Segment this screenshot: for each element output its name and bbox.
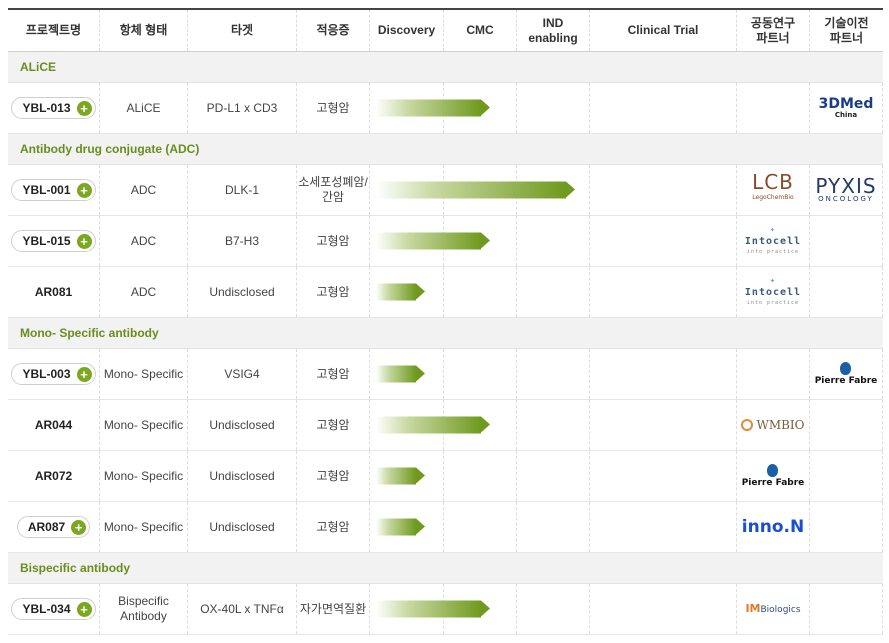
project-ybl003-button[interactable]: YBL-003 + — [11, 363, 96, 385]
plus-circle-icon[interactable]: + — [76, 100, 92, 116]
project-ybl034-button[interactable]: YBL-034 + — [11, 598, 96, 620]
project-ar044-label: AR044 — [34, 417, 73, 432]
table-header: 프로젝트명 항체 형태 타겟 적응증 Discovery CMC IND enab… — [8, 8, 883, 52]
plus-circle-icon[interactable]: + — [76, 233, 92, 249]
plus-circle-icon[interactable]: + — [76, 601, 92, 617]
indication-cell: 고형암 — [297, 502, 370, 552]
format-cell: Mono- Specific — [100, 451, 188, 501]
project-ybl013-button[interactable]: YBL-013 + — [11, 97, 96, 119]
header-clinical: Clinical Trial — [590, 10, 737, 51]
header-partner: 공동연구 파트너 — [737, 10, 810, 51]
intocell-logo: ✦ Intocell into practice — [744, 224, 802, 255]
header-target: 타겟 — [188, 10, 297, 51]
format-cell: Bispecific Antibody — [100, 584, 188, 634]
table-row: YBL-001 + ADC DLK-1 소세포성폐암/간암 LCB LegoChem… — [8, 165, 883, 216]
group-alice: ALiCE — [8, 52, 883, 83]
format-cell: Mono- Specific — [100, 502, 188, 552]
header-license: 기술이전 파트너 — [824, 15, 869, 45]
table-row: YBL-034 + Bispecific Antibody OX-40L x TNF… — [8, 584, 883, 635]
group-bispecific: Bispecific antibody — [8, 553, 883, 584]
table-row: YBL-015 + ADC B7-H3 고형암 ✦ Intocell into pra… — [8, 216, 883, 267]
indication-cell: 고형암 — [297, 83, 370, 133]
target-cell: PD-L1 x CD3 — [188, 83, 297, 133]
3dmed-logo: 3DMed China — [818, 95, 874, 119]
innon-logo: inno.N — [741, 516, 805, 537]
pipeline-table: 프로젝트명 항체 형태 타겟 적응증 Discovery CMC IND enab… — [8, 8, 883, 635]
table-row: AR081 ADC Undisclosed 고형암 ✦ Intocell into … — [8, 267, 883, 318]
indication-cell: 고형암 — [297, 267, 370, 317]
group-adc: Antibody drug conjugate (ADC) — [8, 134, 883, 165]
group-label: Bispecific antibody — [20, 561, 131, 575]
format-cell: ADC — [100, 216, 188, 266]
plus-circle-icon[interactable]: + — [76, 182, 92, 198]
pierre-fabre-logo: Pierre Fabre — [815, 361, 877, 387]
project-ybl001-button[interactable]: YBL-001 + — [11, 179, 96, 201]
header-indication: 적응증 — [297, 10, 370, 51]
indication-cell: 고형암 — [297, 451, 370, 501]
format-cell: Mono- Specific — [100, 349, 188, 399]
header-cmc: CMC — [444, 10, 517, 51]
table-row: YBL-003 + Mono- Specific VSIG4 고형암 Pierre… — [8, 349, 883, 400]
im-biologics-logo: IMBiologics — [745, 601, 801, 615]
wmbio-logo: WMBIO — [741, 418, 805, 433]
table-row: YBL-013 + ALiCE PD-L1 x CD3 고형암 3DMed Chin… — [8, 83, 883, 134]
pierre-fabre-logo: Pierre Fabre — [742, 463, 804, 489]
project-ybl015-button[interactable]: YBL-015 + — [11, 230, 96, 252]
target-cell: VSIG4 — [188, 349, 297, 399]
table-row: AR072 Mono- Specific Undisclosed 고형암 Pie… — [8, 451, 883, 502]
project-ar072-label: AR072 — [34, 468, 73, 483]
intocell-logo: ✦ Intocell into practice — [744, 275, 802, 306]
table-row: AR087 + Mono- Specific Undisclosed 고형암 in… — [8, 502, 883, 553]
format-cell: Mono- Specific — [100, 400, 188, 450]
table-row: AR044 Mono- Specific Undisclosed 고형암 WMB… — [8, 400, 883, 451]
plus-circle-icon[interactable]: + — [76, 366, 92, 382]
indication-cell: 고형암 — [297, 400, 370, 450]
target-cell: Undisclosed — [188, 267, 297, 317]
pyxis-logo: PYXIS ONCOLOGY — [815, 173, 877, 203]
target-cell: OX-40L x TNFα — [188, 584, 297, 634]
target-cell: Undisclosed — [188, 400, 297, 450]
indication-cell: 소세포성폐암/간암 — [297, 165, 370, 215]
indication-cell: 고형암 — [297, 349, 370, 399]
indication-cell: 자가면역질환 — [297, 584, 370, 634]
group-label: Antibody drug conjugate (ADC) — [20, 142, 200, 156]
target-cell: Undisclosed — [188, 451, 297, 501]
group-label: ALiCE — [20, 60, 56, 74]
project-ar087-button[interactable]: AR087 + — [16, 516, 91, 538]
header-project: 프로젝트명 — [8, 10, 100, 51]
target-cell: B7-H3 — [188, 216, 297, 266]
project-ar081-label: AR081 — [34, 284, 73, 299]
group-mono: Mono- Specific antibody — [8, 318, 883, 349]
format-cell: ALiCE — [100, 83, 188, 133]
header-format: 항체 형태 — [100, 10, 188, 51]
format-cell: ADC — [100, 165, 188, 215]
format-cell: ADC — [100, 267, 188, 317]
target-cell: DLK-1 — [188, 165, 297, 215]
group-label: Mono- Specific antibody — [20, 326, 159, 340]
indication-cell: 고형암 — [297, 216, 370, 266]
plus-circle-icon[interactable]: + — [71, 519, 87, 535]
header-ind: IND enabling — [517, 10, 590, 51]
target-cell: Undisclosed — [188, 502, 297, 552]
lcb-logo: LCB LegoChemBio — [752, 170, 794, 201]
header-discovery: Discovery — [370, 10, 444, 51]
